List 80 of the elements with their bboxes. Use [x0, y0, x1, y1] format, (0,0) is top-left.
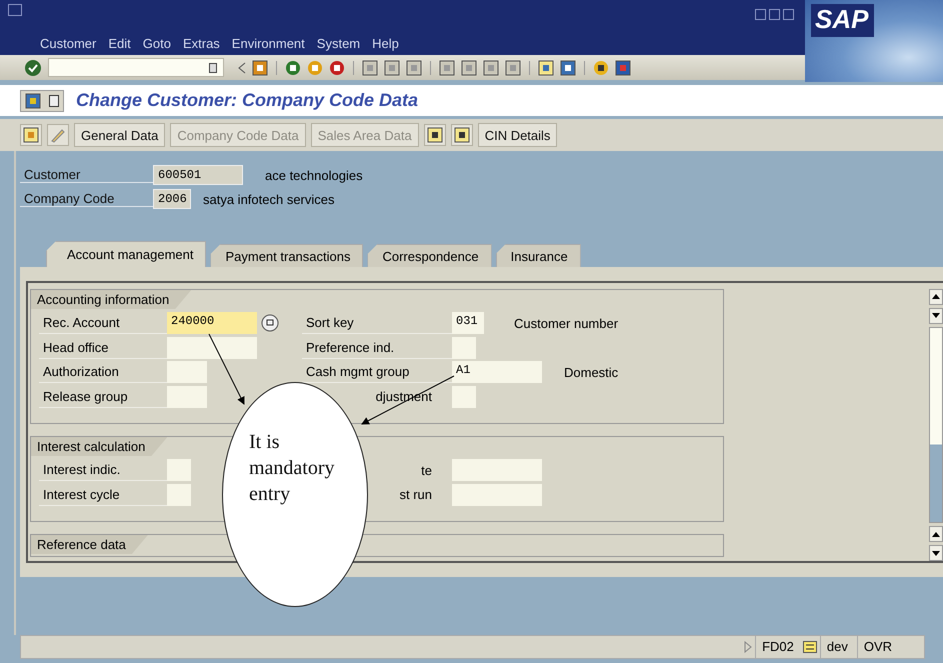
find-icon[interactable]: [384, 60, 400, 76]
scroll-down-button[interactable]: [929, 545, 943, 561]
system-name: dev: [820, 636, 854, 658]
down-arrow-icon: [932, 313, 940, 318]
input-field[interactable]: A1: [452, 361, 542, 384]
input-field[interactable]: [452, 386, 476, 408]
menu-item[interactable]: System: [310, 36, 366, 51]
previous-page-icon[interactable]: [461, 60, 477, 76]
last-page-icon[interactable]: [505, 60, 521, 76]
cancel-icon[interactable]: [329, 60, 345, 76]
field-label: st run: [399, 486, 433, 504]
input-field[interactable]: 031: [452, 312, 484, 334]
input-field[interactable]: [452, 484, 542, 506]
transaction-code: FD02: [755, 636, 800, 658]
display-change-icon[interactable]: [25, 92, 41, 108]
field-label: te: [421, 462, 433, 480]
arrow: [208, 334, 244, 405]
list-icon[interactable]: [802, 641, 817, 653]
up-arrow-icon: [932, 532, 940, 537]
menu-item[interactable]: Customer: [34, 36, 102, 51]
group-title: Reference data: [31, 535, 148, 554]
close-icon[interactable]: [783, 9, 794, 20]
scroll-up-button[interactable]: [929, 526, 943, 542]
window-icon[interactable]: [538, 60, 554, 76]
tab[interactable]: Correspondence: [367, 244, 492, 267]
input-mode: OVR: [856, 636, 898, 658]
screen-title: Change Customer: Company Code Data: [76, 90, 418, 111]
maximize-icon[interactable]: [769, 9, 780, 20]
shortcut-icon[interactable]: [560, 60, 576, 76]
menu-item[interactable]: Environment: [226, 36, 311, 51]
callout-text: It is mandatory entry: [249, 430, 336, 507]
first-page-icon[interactable]: [439, 60, 455, 76]
edit-button[interactable]: [47, 124, 69, 146]
up-arrow-icon: [932, 294, 940, 300]
print-icon[interactable]: [362, 60, 378, 76]
input-field[interactable]: [167, 336, 257, 359]
find-next-icon[interactable]: [406, 60, 422, 76]
field-description: Domestic: [564, 364, 618, 380]
title-button[interactable]: [20, 90, 64, 112]
input-field[interactable]: 240000: [167, 312, 257, 334]
input-field[interactable]: [167, 386, 207, 408]
toolbar-button[interactable]: General Data: [74, 123, 166, 147]
field-description: ace technologies: [265, 168, 363, 182]
group-title: Interest calculation: [31, 437, 168, 456]
tab[interactable]: Payment transactions: [210, 244, 364, 267]
input-field[interactable]: [452, 336, 476, 359]
input-field[interactable]: [452, 459, 542, 482]
field-description: satya infotech services: [203, 192, 335, 206]
menu-item[interactable]: Extras: [176, 36, 226, 51]
search-help-icon[interactable]: [261, 314, 279, 332]
layout-icon[interactable]: [615, 60, 631, 76]
menu-item[interactable]: Goto: [136, 36, 177, 51]
display-field: 2006: [153, 189, 191, 209]
document-icon: [49, 94, 59, 106]
menu-item[interactable]: Help: [366, 36, 405, 51]
input-field[interactable]: [167, 361, 207, 384]
history-icon[interactable]: [209, 62, 217, 72]
display-field: 600501: [153, 165, 243, 185]
scroll-up-button[interactable]: [929, 289, 943, 305]
pencil-icon: [50, 127, 66, 143]
minimize-icon[interactable]: [755, 9, 766, 20]
window-menu-icon[interactable]: [8, 4, 22, 16]
help-icon[interactable]: [593, 60, 609, 76]
tab[interactable]: Insurance: [496, 244, 581, 267]
toolbar-button[interactable]: CIN Details: [478, 123, 558, 147]
logo: SAP: [811, 4, 874, 37]
tab[interactable]: Account management: [46, 241, 206, 267]
group-title: Accounting information: [31, 290, 192, 309]
down-arrow-icon: [932, 550, 940, 556]
command-field[interactable]: [48, 58, 224, 77]
back-icon[interactable]: [285, 60, 301, 76]
next-page-icon[interactable]: [483, 60, 499, 76]
checkmark-icon[interactable]: [24, 58, 42, 76]
field-description: Customer number: [514, 316, 618, 331]
save-icon[interactable]: [252, 60, 268, 76]
scroll-down-button[interactable]: [929, 308, 943, 324]
menu-item[interactable]: Edit: [102, 36, 137, 51]
input-field[interactable]: [167, 459, 191, 482]
input-field[interactable]: [167, 484, 191, 506]
scrollbar[interactable]: [929, 326, 943, 524]
